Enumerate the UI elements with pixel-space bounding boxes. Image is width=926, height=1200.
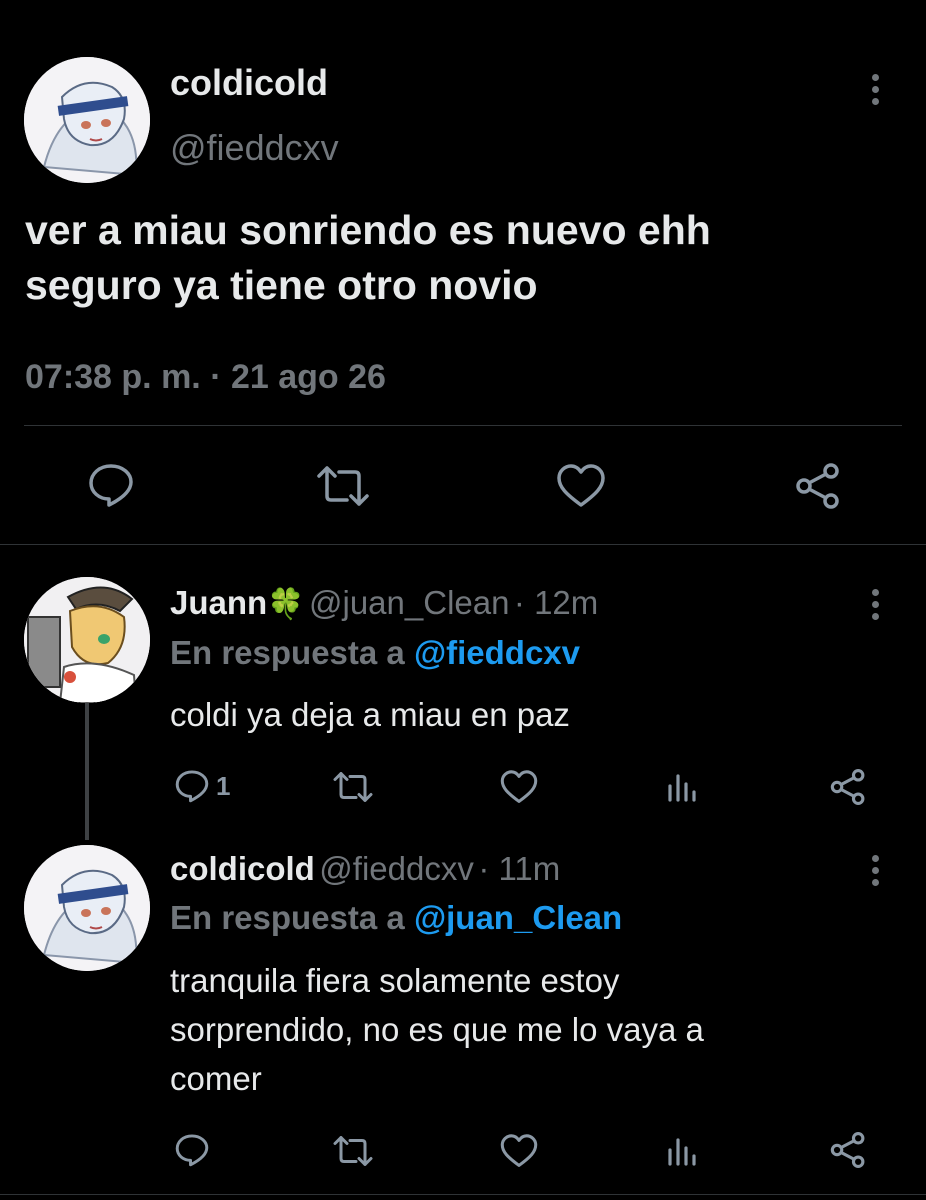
reply-text: coldi ya deja a miau en paz <box>170 690 570 739</box>
divider <box>24 425 902 426</box>
reply-text: tranquila fiera solamente estoy sorprend… <box>170 956 890 1103</box>
like-icon[interactable] <box>500 770 538 804</box>
reply-text-line: coldi ya deja a miau en paz <box>170 696 570 733</box>
author-name[interactable]: Juann <box>170 584 267 621</box>
more-options-icon[interactable] <box>872 855 880 891</box>
like-icon[interactable] <box>500 1134 538 1168</box>
retweet-icon[interactable] <box>332 1136 374 1166</box>
replying-to-handle[interactable]: @fieddcxv <box>414 634 580 671</box>
tweet-text-line: ver a miau sonriendo es nuevo ehh <box>25 207 711 253</box>
author-name[interactable]: coldicold <box>170 850 315 887</box>
author-handle[interactable]: @juan_Clean <box>309 584 509 621</box>
replying-to-label: En respuesta a <box>170 899 405 936</box>
tweet-timestamp[interactable]: 07:38 p. m. · 21 ago 26 <box>25 358 386 397</box>
retweet-icon[interactable] <box>315 466 371 506</box>
more-options-icon[interactable] <box>872 589 880 625</box>
avatar[interactable] <box>24 577 150 703</box>
reply-icon[interactable] <box>87 462 135 508</box>
author-handle[interactable]: @fieddcxv <box>170 127 339 169</box>
analytics-icon[interactable] <box>667 772 697 802</box>
reply-icon[interactable] <box>174 1133 210 1167</box>
share-icon[interactable] <box>830 769 866 805</box>
reply-count: 1 <box>216 771 231 801</box>
reply-header: coldicold @fieddcxv · 11m <box>170 850 560 888</box>
divider <box>0 544 926 545</box>
clover-emoji: 🍀 <box>267 588 305 621</box>
author-handle[interactable]: @fieddcxv <box>319 850 474 887</box>
reply-text-line: comer <box>170 1060 262 1097</box>
share-icon[interactable] <box>795 463 841 509</box>
thread-line <box>85 703 89 840</box>
analytics-icon[interactable] <box>667 1136 697 1166</box>
reply-header: Juann🍀 @juan_Clean · 12m <box>170 584 598 622</box>
replying-to: En respuesta a @fieddcxv <box>170 634 580 672</box>
share-icon[interactable] <box>830 1132 866 1168</box>
retweet-icon[interactable] <box>332 772 374 802</box>
reply-icon[interactable] <box>174 769 210 803</box>
tweet-text-line: seguro ya tiene otro novio <box>25 262 538 308</box>
tweet-text: ver a miau sonriendo es nuevo ehh seguro… <box>25 203 905 313</box>
reply-time[interactable]: · 11m <box>478 850 560 887</box>
replying-to-handle[interactable]: @juan_Clean <box>414 899 622 936</box>
avatar[interactable] <box>24 845 150 971</box>
avatar[interactable] <box>24 57 150 183</box>
divider <box>0 1194 926 1195</box>
author-name[interactable]: coldicold <box>170 62 328 104</box>
reply-text-line: sorprendido, no es que me lo vaya a <box>170 1011 704 1048</box>
more-options-icon[interactable] <box>872 74 880 110</box>
reply-time[interactable]: · 12m <box>514 584 598 621</box>
replying-to: En respuesta a @juan_Clean <box>170 899 622 937</box>
replying-to-label: En respuesta a <box>170 634 405 671</box>
like-icon[interactable] <box>556 464 606 508</box>
reply-text-line: tranquila fiera solamente estoy <box>170 962 620 999</box>
